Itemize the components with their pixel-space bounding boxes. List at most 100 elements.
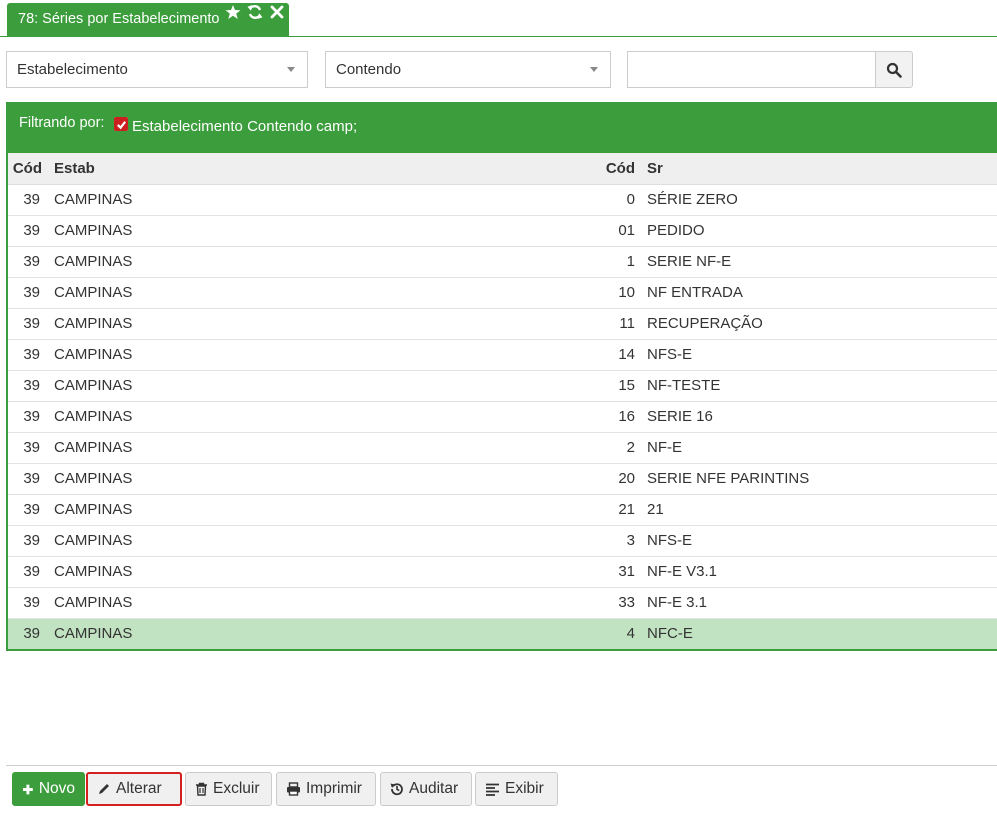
cell-estab: CAMPINAS xyxy=(48,494,603,526)
cell-cod-estab: 39 xyxy=(8,277,48,309)
cell-estab: CAMPINAS xyxy=(48,587,603,619)
operator-select[interactable]: Contendo xyxy=(325,51,611,88)
table-row[interactable]: 39 CAMPINAS 16 SERIE 16 xyxy=(8,401,997,433)
cell-estab: CAMPINAS xyxy=(48,215,603,247)
auditar-button-label: Auditar xyxy=(409,780,459,797)
refresh-icon[interactable] xyxy=(247,4,263,20)
cell-estab: CAMPINAS xyxy=(48,339,603,371)
table-row[interactable]: 39 CAMPINAS 01 PEDIDO xyxy=(8,215,997,247)
cell-estab: CAMPINAS xyxy=(48,184,603,216)
cell-cod-estab: 39 xyxy=(8,494,48,526)
cell-cod-sr: 33 xyxy=(603,587,643,619)
cell-cod-sr: 21 xyxy=(603,494,643,526)
cell-cod-sr: 01 xyxy=(603,215,643,247)
cell-cod-estab: 39 xyxy=(8,587,48,619)
cell-sr: 21 xyxy=(643,494,997,526)
cell-cod-sr: 14 xyxy=(603,339,643,371)
series-table: Cód Estab Cód Sr 39 CAMPINAS 0 SÉRIE ZERO 39… xyxy=(6,153,997,651)
cell-cod-estab: 39 xyxy=(8,463,48,495)
alterar-button-label: Alterar xyxy=(116,780,162,797)
column-header-estab[interactable]: Estab xyxy=(48,153,603,185)
column-header-sr[interactable]: Sr xyxy=(643,153,997,185)
alterar-button[interactable]: Alterar xyxy=(86,772,182,806)
cell-estab: CAMPINAS xyxy=(48,246,603,278)
novo-button[interactable]: Novo xyxy=(12,772,85,806)
cell-sr: SERIE NFE PARINTINS xyxy=(643,463,997,495)
filter-checkbox[interactable] xyxy=(114,117,128,131)
cell-cod-estab: 39 xyxy=(8,525,48,557)
cell-sr: NF-TESTE xyxy=(643,370,997,402)
cell-cod-sr: 10 xyxy=(603,277,643,309)
exibir-button[interactable]: Exibir xyxy=(475,772,558,806)
cell-sr: NFS-E xyxy=(643,339,997,371)
check-icon xyxy=(116,120,126,129)
cell-cod-estab: 39 xyxy=(8,618,48,649)
cell-sr: NFS-E xyxy=(643,525,997,557)
close-icon[interactable] xyxy=(269,4,285,20)
chevron-down-icon xyxy=(590,67,598,72)
imprimir-button[interactable]: Imprimir xyxy=(276,772,376,806)
excluir-button[interactable]: Excluir xyxy=(185,772,272,806)
table-row[interactable]: 39 CAMPINAS 0 SÉRIE ZERO xyxy=(8,184,997,216)
cell-cod-estab: 39 xyxy=(8,432,48,464)
tab-series-por-estabelecimento[interactable]: 78: Séries por Estabelecimento xyxy=(7,3,289,37)
cell-cod-sr: 31 xyxy=(603,556,643,588)
column-header-cod-sr[interactable]: Cód xyxy=(603,153,643,185)
cell-sr: NF-E V3.1 xyxy=(643,556,997,588)
cell-cod-estab: 39 xyxy=(8,339,48,371)
printer-icon xyxy=(287,782,300,796)
cell-cod-sr: 1 xyxy=(603,246,643,278)
field-select-value: Estabelecimento xyxy=(17,61,128,78)
exibir-button-label: Exibir xyxy=(505,780,544,797)
table-row[interactable]: 39 CAMPINAS 1 SERIE NF-E xyxy=(8,246,997,278)
chevron-down-icon xyxy=(287,67,295,72)
cell-cod-sr: 16 xyxy=(603,401,643,433)
cell-cod-sr: 0 xyxy=(603,184,643,216)
star-icon[interactable] xyxy=(225,4,241,20)
table-row[interactable]: 39 CAMPINAS 11 RECUPERAÇÃO xyxy=(8,308,997,340)
cell-estab: CAMPINAS xyxy=(48,277,603,309)
table-row[interactable]: 39 CAMPINAS 2 NF-E xyxy=(8,432,997,464)
filter-label: Filtrando por: xyxy=(19,115,105,131)
table-row[interactable]: 39 CAMPINAS 33 NF-E 3.1 xyxy=(8,587,997,619)
cell-estab: CAMPINAS xyxy=(48,618,603,649)
table-row[interactable]: 39 CAMPINAS 14 NFS-E xyxy=(8,339,997,371)
auditar-button[interactable]: Auditar xyxy=(380,772,472,806)
cell-sr: SÉRIE ZERO xyxy=(643,184,997,216)
table-row[interactable]: 39 CAMPINAS 3 NFS-E xyxy=(8,525,997,557)
cell-cod-sr: 15 xyxy=(603,370,643,402)
table-row[interactable]: 39 CAMPINAS 4 NFC-E xyxy=(8,618,997,649)
active-filter-bar: Filtrando por: Estabelecimento Contendo … xyxy=(6,102,997,153)
cell-cod-estab: 39 xyxy=(8,556,48,588)
cell-sr: NFC-E xyxy=(643,618,997,649)
excluir-button-label: Excluir xyxy=(213,780,260,797)
search-button[interactable] xyxy=(875,51,913,88)
novo-button-label: Novo xyxy=(38,780,75,797)
imprimir-button-label: Imprimir xyxy=(306,780,362,797)
search-input[interactable] xyxy=(627,51,876,88)
plus-icon xyxy=(22,784,33,794)
align-left-icon xyxy=(486,783,499,796)
cell-cod-sr: 2 xyxy=(603,432,643,464)
history-icon xyxy=(390,783,403,796)
table-row[interactable]: 39 CAMPINAS 15 NF-TESTE xyxy=(8,370,997,402)
toolbar-divider xyxy=(6,765,997,766)
cell-estab: CAMPINAS xyxy=(48,401,603,433)
table-row[interactable]: 39 CAMPINAS 31 NF-E V3.1 xyxy=(8,556,997,588)
field-select[interactable]: Estabelecimento xyxy=(6,51,308,88)
cell-sr: PEDIDO xyxy=(643,215,997,247)
cell-sr: SERIE NF-E xyxy=(643,246,997,278)
active-filter-text: Estabelecimento Contendo camp; xyxy=(132,118,358,135)
table-header-row: Cód Estab Cód Sr xyxy=(8,153,997,185)
cell-cod-estab: 39 xyxy=(8,308,48,340)
table-row[interactable]: 39 CAMPINAS 10 NF ENTRADA xyxy=(8,277,997,309)
table-row[interactable]: 39 CAMPINAS 20 SERIE NFE PARINTINS xyxy=(8,463,997,495)
operator-select-value: Contendo xyxy=(336,61,402,78)
column-header-cod-estab[interactable]: Cód xyxy=(8,153,48,185)
cell-sr: NF ENTRADA xyxy=(643,277,997,309)
search-icon xyxy=(886,62,902,78)
table-row[interactable]: 39 CAMPINAS 21 21 xyxy=(8,494,997,526)
pencil-icon xyxy=(99,784,109,794)
cell-cod-sr: 20 xyxy=(603,463,643,495)
cell-estab: CAMPINAS xyxy=(48,525,603,557)
